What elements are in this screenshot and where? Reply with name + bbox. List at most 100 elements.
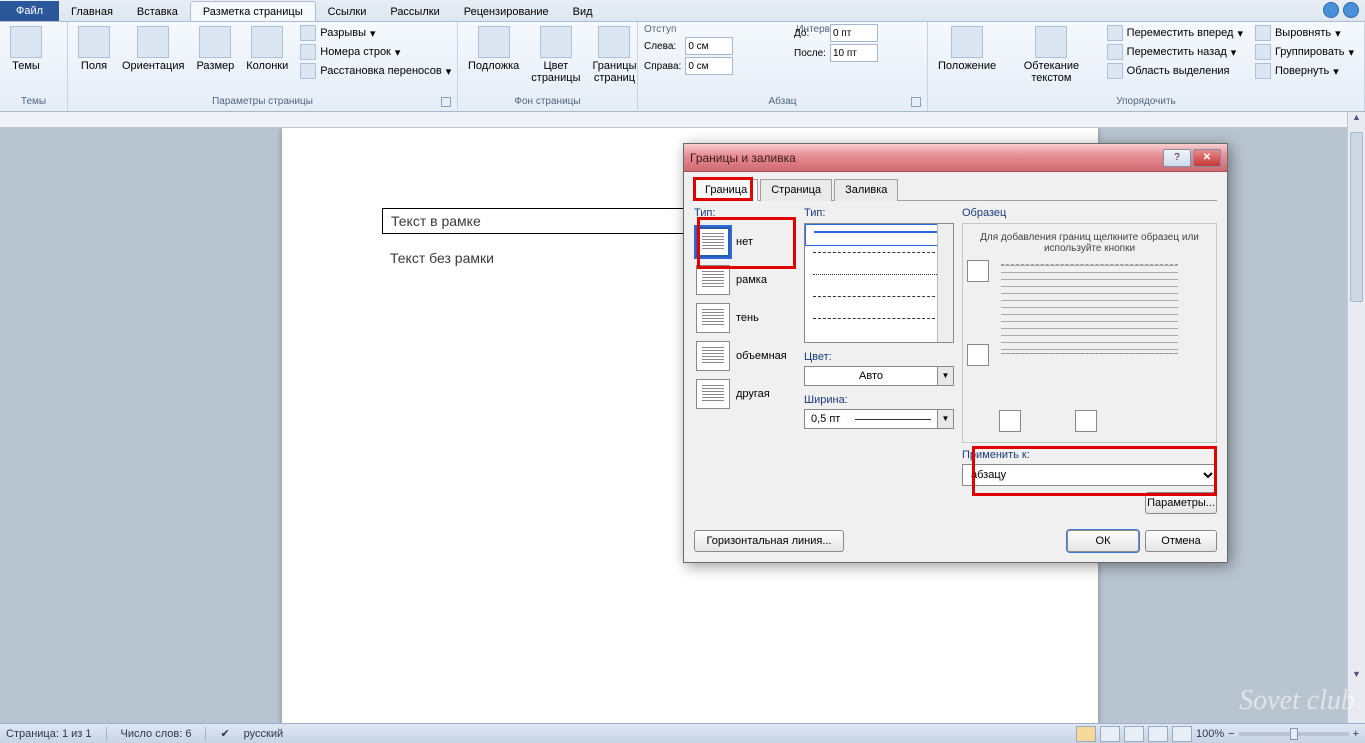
dialog-close-button[interactable]: ✕ bbox=[1193, 149, 1221, 167]
style-label: Тип: bbox=[804, 207, 954, 219]
help-icon[interactable] bbox=[1343, 2, 1359, 18]
style-dotted[interactable] bbox=[805, 268, 953, 290]
send-backward-button[interactable]: Переместить назад ▾ bbox=[1103, 43, 1247, 61]
zoom-level[interactable]: 100% bbox=[1196, 728, 1224, 740]
color-combo[interactable]: Авто▼ bbox=[804, 366, 954, 386]
scroll-up-icon[interactable]: ▲ bbox=[1348, 112, 1365, 130]
dialog-help-button[interactable]: ? bbox=[1163, 149, 1191, 167]
align-button[interactable]: Выровнять ▾ bbox=[1251, 24, 1358, 42]
tab-mailings[interactable]: Рассылки bbox=[378, 2, 451, 21]
horizontal-ruler[interactable] bbox=[0, 112, 1365, 128]
view-print-layout[interactable] bbox=[1076, 726, 1096, 742]
style-dashed-2[interactable] bbox=[805, 290, 953, 312]
wrap-text-button[interactable]: Обтекание текстом bbox=[1004, 24, 1099, 86]
indent-right-input[interactable] bbox=[685, 57, 733, 75]
status-language[interactable]: русский bbox=[244, 728, 283, 740]
bring-forward-icon bbox=[1107, 25, 1123, 41]
tab-border[interactable]: Граница bbox=[694, 179, 758, 201]
paragraph-launcher[interactable] bbox=[911, 97, 921, 107]
style-dashdot[interactable] bbox=[805, 312, 953, 334]
setting-3d[interactable]: объемная bbox=[694, 337, 796, 375]
view-web[interactable] bbox=[1124, 726, 1144, 742]
apply-to-select[interactable]: абзацу bbox=[962, 464, 1217, 486]
page-color-button[interactable]: Цвет страницы bbox=[527, 24, 584, 86]
tab-references[interactable]: Ссылки bbox=[316, 2, 379, 21]
group-arrange-label: Упорядочить bbox=[934, 94, 1358, 109]
border-bottom-button[interactable] bbox=[967, 344, 989, 366]
spacing-before-label: До: bbox=[794, 28, 826, 39]
cancel-button[interactable]: Отмена bbox=[1145, 530, 1217, 552]
tab-review[interactable]: Рецензирование bbox=[452, 2, 561, 21]
setting-box[interactable]: рамка bbox=[694, 261, 796, 299]
width-value: 0,5 пт bbox=[805, 413, 849, 425]
view-draft[interactable] bbox=[1172, 726, 1192, 742]
tab-insert[interactable]: Вставка bbox=[125, 2, 190, 21]
status-words[interactable]: Число слов: 6 bbox=[121, 728, 192, 740]
width-combo[interactable]: 0,5 пт ▼ bbox=[804, 409, 954, 429]
tab-page-layout[interactable]: Разметка страницы bbox=[190, 1, 316, 21]
hyphenation-icon bbox=[300, 63, 316, 79]
preview-canvas[interactable] bbox=[1001, 264, 1178, 354]
ok-button[interactable]: ОК bbox=[1067, 530, 1139, 552]
zoom-out-button[interactable]: − bbox=[1228, 728, 1234, 740]
preview-box: Для добавления границ щелкните образец и… bbox=[962, 223, 1217, 443]
indent-left-input[interactable] bbox=[685, 37, 733, 55]
tab-home[interactable]: Главная bbox=[59, 2, 125, 21]
tab-view[interactable]: Вид bbox=[561, 2, 605, 21]
columns-button[interactable]: Колонки bbox=[242, 24, 292, 74]
spacing-after-input[interactable] bbox=[830, 44, 878, 62]
border-top-button[interactable] bbox=[967, 260, 989, 282]
orientation-button[interactable]: Ориентация bbox=[118, 24, 188, 74]
hyphenation-button[interactable]: Расстановка переносов ▾ bbox=[296, 62, 455, 80]
style-dashed-1[interactable] bbox=[805, 246, 953, 268]
bring-forward-button[interactable]: Переместить вперед ▾ bbox=[1103, 24, 1247, 42]
style-listbox[interactable] bbox=[804, 223, 954, 343]
rotate-button[interactable]: Повернуть ▾ bbox=[1251, 62, 1358, 80]
status-proofing-icon[interactable]: ✔ bbox=[220, 727, 229, 740]
style-solid[interactable] bbox=[805, 224, 953, 246]
view-outline[interactable] bbox=[1148, 726, 1168, 742]
position-button[interactable]: Положение bbox=[934, 24, 1000, 74]
setting-custom[interactable]: другая bbox=[694, 375, 796, 413]
group-icon bbox=[1255, 44, 1271, 60]
dialog-title: Границы и заливка bbox=[690, 151, 796, 165]
columns-label: Колонки bbox=[246, 60, 288, 72]
border-left-button[interactable] bbox=[999, 410, 1021, 432]
breaks-button[interactable]: Разрывы ▾ bbox=[296, 24, 455, 42]
line-numbers-button[interactable]: Номера строк ▾ bbox=[296, 43, 455, 61]
spacing-before-input[interactable] bbox=[830, 24, 878, 42]
indent-heading: Отступ bbox=[644, 24, 676, 35]
zoom-slider[interactable] bbox=[1239, 732, 1349, 736]
page-borders-button[interactable]: Границы страниц bbox=[588, 24, 640, 86]
scroll-thumb[interactable] bbox=[1350, 132, 1363, 302]
style-scrollbar[interactable] bbox=[937, 224, 953, 342]
themes-button[interactable]: Темы bbox=[6, 24, 46, 74]
group-page-setup-label: Параметры страницы bbox=[74, 94, 451, 109]
group-label: Группировать bbox=[1275, 46, 1345, 58]
scroll-down-icon[interactable]: ▼ bbox=[1348, 669, 1365, 687]
minimize-ribbon-icon[interactable] bbox=[1323, 2, 1339, 18]
border-right-button[interactable] bbox=[1075, 410, 1097, 432]
margins-button[interactable]: Поля bbox=[74, 24, 114, 74]
tab-file[interactable]: Файл bbox=[0, 1, 59, 21]
options-button[interactable]: Параметры... bbox=[1145, 492, 1217, 514]
vertical-scrollbar[interactable]: ▲ ▼ bbox=[1347, 112, 1365, 723]
view-fullscreen[interactable] bbox=[1100, 726, 1120, 742]
ribbon: Темы Темы Поля Ориентация Размер Колонки… bbox=[0, 22, 1365, 112]
watermark-button[interactable]: Подложка bbox=[464, 24, 523, 74]
selection-pane-button[interactable]: Область выделения bbox=[1103, 62, 1247, 80]
zoom-in-button[interactable]: + bbox=[1353, 728, 1359, 740]
tab-shading[interactable]: Заливка bbox=[834, 179, 898, 201]
horizontal-line-button[interactable]: Горизонтальная линия... bbox=[694, 530, 844, 552]
setting-shadow[interactable]: тень bbox=[694, 299, 796, 337]
page-setup-launcher[interactable] bbox=[441, 97, 451, 107]
group-button[interactable]: Группировать ▾ bbox=[1251, 43, 1358, 61]
chevron-down-icon: ▼ bbox=[937, 410, 953, 428]
tab-page-border[interactable]: Страница bbox=[760, 179, 832, 201]
bring-forward-label: Переместить вперед bbox=[1127, 27, 1234, 39]
status-page[interactable]: Страница: 1 из 1 bbox=[6, 728, 92, 740]
size-button[interactable]: Размер bbox=[192, 24, 238, 74]
setting-none[interactable]: нет bbox=[694, 223, 796, 261]
group-themes-label: Темы bbox=[6, 94, 61, 109]
dialog-titlebar[interactable]: Границы и заливка ? ✕ bbox=[684, 144, 1227, 172]
